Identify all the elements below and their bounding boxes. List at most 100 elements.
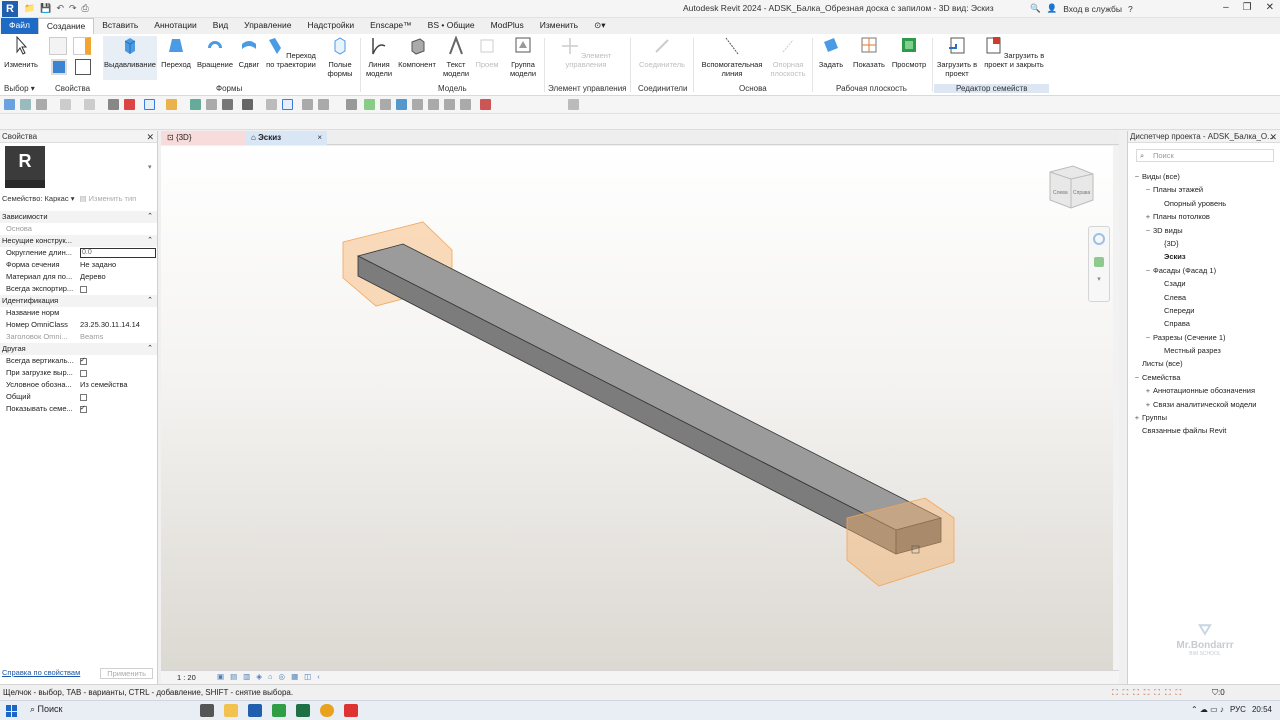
apply-button[interactable]: Применить <box>100 668 153 679</box>
close-icon[interactable]: ✕ <box>146 131 154 143</box>
browser-tree-item[interactable]: Связанные файлы Revit <box>1132 424 1280 437</box>
collapse-icon[interactable]: ⌃ <box>147 211 153 223</box>
tab-file[interactable]: Файл <box>1 18 38 34</box>
restore-icon[interactable]: ❐ <box>1243 2 1252 13</box>
copy-icon[interactable] <box>412 99 423 110</box>
collapse-icon[interactable]: − <box>1143 264 1153 277</box>
blend-button[interactable]: Переход <box>160 36 192 69</box>
language-indicator[interactable]: РУС <box>1230 705 1246 714</box>
browser-tree-item[interactable]: −3D виды <box>1132 224 1280 237</box>
tab-modplus[interactable]: ModPlus <box>483 18 532 34</box>
property-row[interactable]: При загрузке выр... <box>0 367 157 379</box>
move-icon[interactable] <box>396 99 407 110</box>
viewport-scrollbar[interactable] <box>1113 146 1119 670</box>
browser-tree-item[interactable]: Слева <box>1132 291 1280 304</box>
browser-tree-item[interactable]: Спереди <box>1132 304 1280 317</box>
property-row[interactable]: Материал для по... Дерево <box>0 271 157 283</box>
model-line-button[interactable]: Линия модели <box>363 36 395 78</box>
browser-tree-item[interactable]: − Разрезы (Сечение 1) <box>1132 331 1280 344</box>
browser-tree-item[interactable]: − Семейства <box>1132 371 1280 384</box>
print-icon[interactable]: ⎙ <box>82 3 89 14</box>
sign-in-link[interactable]: Вход в службы <box>1063 4 1122 14</box>
browser-tree-item[interactable]: Справа <box>1132 317 1280 330</box>
detail-line-icon[interactable] <box>206 99 217 110</box>
extrusion-button[interactable]: Выдавливание <box>103 36 157 80</box>
browser-tree-item[interactable]: Листы (все) <box>1132 357 1280 370</box>
annotation-icon[interactable] <box>364 99 375 110</box>
view-control-icons[interactable]: ▣▤▥◈⌂◎▦◫‹ <box>217 672 326 681</box>
edit-type-button[interactable]: ▤ Изменить тип <box>79 194 136 203</box>
beam-3d-model[interactable]: Слева Справа <box>161 146 1113 670</box>
print-icon[interactable] <box>108 99 119 110</box>
tab-modify[interactable]: Изменить <box>532 18 586 34</box>
user-icon[interactable]: 👤 <box>1047 3 1058 14</box>
drawing-viewport[interactable]: Слева Справа ▾ <box>161 146 1113 670</box>
property-group[interactable]: Несущие конструк... ⌃ <box>0 235 157 247</box>
type-dropdown-icon[interactable]: ▾ <box>148 163 152 171</box>
property-row[interactable]: Условное обозна... Из семейства <box>0 379 157 391</box>
property-group[interactable]: Зависимости ⌃ <box>0 211 157 223</box>
tray-icons[interactable]: ⌃ ☁ ▭ ♪ <box>1191 705 1224 714</box>
property-row[interactable]: Округление длин... 0.0 <box>0 247 157 259</box>
help-icon[interactable]: ? <box>1128 4 1133 14</box>
chrome-icon[interactable] <box>320 704 334 717</box>
connector-button[interactable]: Соединитель <box>636 36 688 69</box>
close-inactive-icon[interactable] <box>302 99 313 110</box>
close-icon[interactable]: ✕ <box>1269 131 1277 143</box>
collapse-icon[interactable]: − <box>1132 371 1142 384</box>
property-row[interactable]: Заголовок Omni... Beams <box>0 331 157 343</box>
component-button[interactable]: Компонент <box>396 36 438 69</box>
section-box-icon[interactable] <box>144 99 155 110</box>
property-row[interactable]: Основа <box>0 223 157 235</box>
properties-icons[interactable] <box>47 37 97 77</box>
tab-insert[interactable]: Вставить <box>94 18 146 34</box>
tab-annotate[interactable]: Аннотации <box>146 18 205 34</box>
modify-button[interactable]: Изменить <box>2 35 40 69</box>
taskbar-search[interactable]: ⌕ Поиск <box>30 704 63 715</box>
property-row[interactable]: Всегда экспортир... <box>0 283 157 295</box>
revolve-button[interactable]: Вращение <box>195 36 235 69</box>
ribbon-options-icon[interactable]: ⊙▾ <box>586 18 613 34</box>
reference-plane-button[interactable]: Опорная плоскость <box>768 36 808 78</box>
rotate-icon[interactable] <box>428 99 439 110</box>
close-icon[interactable]: ✕ <box>1266 2 1274 13</box>
snap-icon[interactable] <box>380 99 391 110</box>
property-row[interactable]: Название норм <box>0 307 157 319</box>
property-row[interactable]: Показывать семе... <box>0 403 157 415</box>
tab-manage[interactable]: Управление <box>236 18 299 34</box>
tab-view[interactable]: Вид <box>205 18 236 34</box>
property-checkbox[interactable] <box>80 286 87 293</box>
close-hidden-icon[interactable] <box>124 99 135 110</box>
browser-tree-item[interactable]: + Планы потолков <box>1132 210 1280 223</box>
collapse-icon[interactable]: ⌃ <box>147 235 153 247</box>
save-icon[interactable]: 💾 <box>40 3 51 14</box>
open-icon[interactable]: 📁 <box>24 3 35 14</box>
thin-lines-icon[interactable] <box>4 99 15 110</box>
collapse-icon[interactable]: − <box>1143 183 1153 196</box>
mirror-icon[interactable] <box>444 99 455 110</box>
property-row[interactable]: Всегда вертикаль... <box>0 355 157 367</box>
workset-icon[interactable] <box>568 99 579 110</box>
steering-wheel-icon[interactable] <box>1093 233 1105 245</box>
property-group[interactable]: Другая ⌃ <box>0 343 157 355</box>
expand-icon[interactable]: + <box>1143 210 1153 223</box>
type-selector-preview[interactable]: R <box>5 146 45 188</box>
browser-tree-item[interactable]: Опорный уровень <box>1132 197 1280 210</box>
selection-filter-icons[interactable]: ⛶⛶⛶⛶⛶⛶⛶ <box>1112 685 1186 700</box>
undo-icon[interactable]: ↶ <box>56 3 64 14</box>
collapse-icon[interactable]: − <box>1143 331 1153 344</box>
property-checkbox[interactable] <box>80 355 87 367</box>
zoom-icon[interactable] <box>1094 257 1104 267</box>
view-scale[interactable]: 1 : 20 <box>177 673 196 682</box>
redo-icon[interactable]: ↷ <box>69 3 77 14</box>
windows-start-icon[interactable] <box>6 705 18 717</box>
measure-icon[interactable] <box>20 99 31 110</box>
browser-tree-item[interactable]: + Связи аналитической модели <box>1132 398 1280 411</box>
collapse-icon[interactable]: − <box>1132 170 1142 183</box>
model-group-button[interactable]: Группа модели <box>505 36 541 78</box>
array-icon[interactable] <box>460 99 471 110</box>
viewcube[interactable]: Слева Справа <box>1049 165 1094 209</box>
text-icon[interactable] <box>222 99 233 110</box>
show-work-plane-button[interactable]: Показать <box>851 36 887 69</box>
expand-icon[interactable]: + <box>1143 384 1153 397</box>
